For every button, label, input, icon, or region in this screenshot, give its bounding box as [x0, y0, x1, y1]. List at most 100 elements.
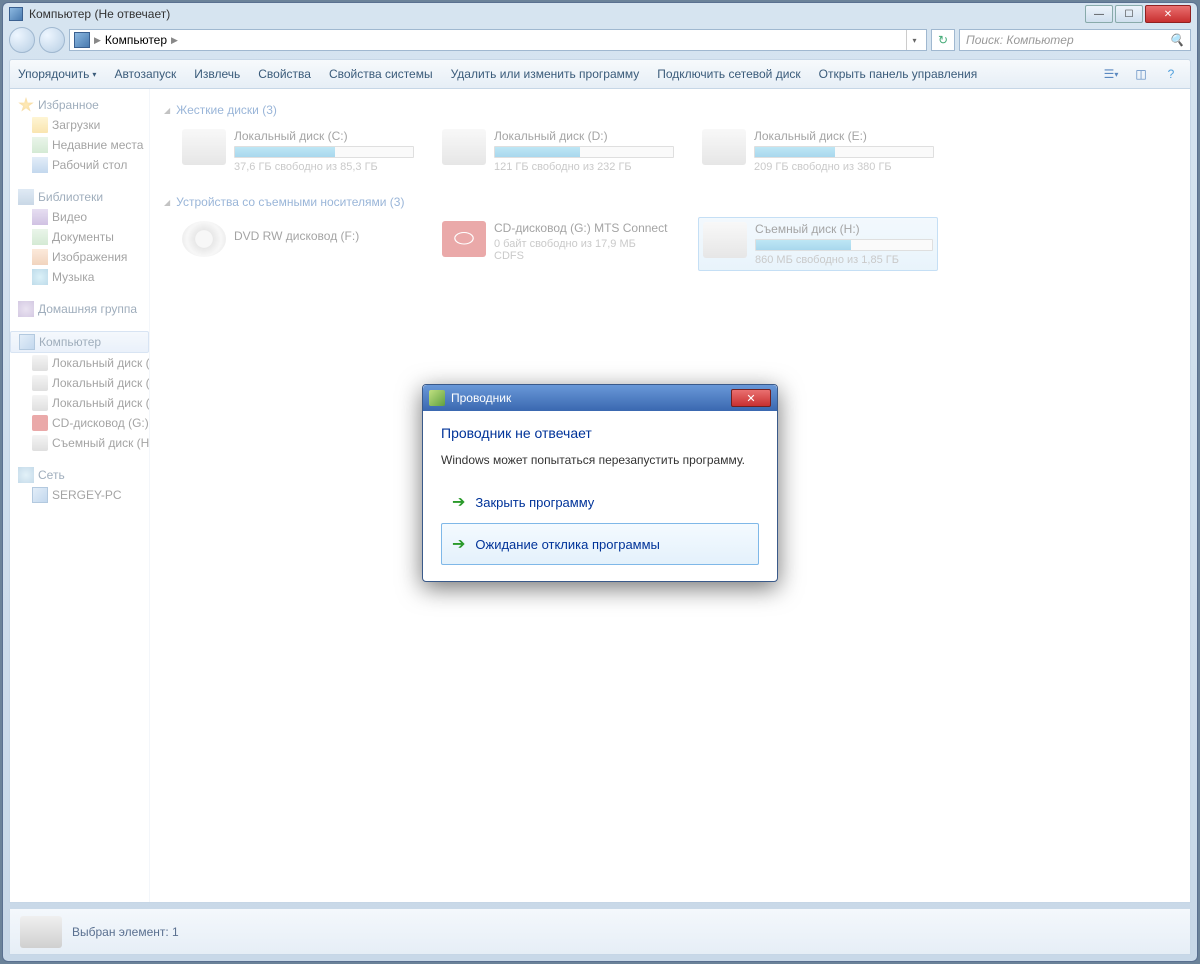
drive-sub: 121 ГБ свободно из 232 ГБ [494, 161, 674, 173]
sidebar-item-documents[interactable]: Документы [10, 227, 149, 247]
computer-icon [9, 7, 23, 21]
folder-icon [32, 117, 48, 133]
drive-g-cd[interactable]: ⬭ CD-дисковод (G:) MTS Connect 0 байт св… [438, 217, 678, 271]
maximize-button[interactable]: ☐ [1115, 5, 1143, 23]
status-text: Выбран элемент: 1 [72, 925, 179, 939]
back-button[interactable] [9, 27, 35, 53]
eject-button[interactable]: Извлечь [194, 67, 240, 81]
sidebar-item-desktop[interactable]: Рабочий стол [10, 155, 149, 175]
drive-e[interactable]: Локальный диск (E:) 209 ГБ свободно из 3… [698, 125, 938, 177]
dialog-titlebar[interactable]: Проводник ✕ [423, 385, 777, 411]
breadcrumb-sep-icon: ▶ [94, 35, 101, 46]
close-program-option[interactable]: ➔ Закрыть программу [441, 481, 759, 523]
drive-label: DVD RW дисковод (F:) [234, 229, 414, 243]
drive-f-dvd[interactable]: DVD RW дисковод (F:) [178, 217, 418, 271]
document-icon [32, 229, 48, 245]
homegroup-icon [18, 301, 34, 317]
uninstall-button[interactable]: Удалить или изменить программу [451, 67, 640, 81]
sidebar-item-sergey-pc[interactable]: SERGEY-PC [10, 485, 149, 505]
drive-label: Съемный диск (H:) [755, 222, 933, 236]
network-icon [18, 467, 34, 483]
drive-sub: 860 МБ свободно из 1,85 ГБ [755, 254, 933, 266]
computer-icon [19, 334, 35, 350]
drive-label: Локальный диск (E:) [754, 129, 934, 143]
cd-icon [32, 415, 48, 431]
network-header[interactable]: Сеть [10, 465, 149, 485]
video-icon [32, 209, 48, 225]
address-dropdown[interactable]: ▾ [906, 30, 922, 50]
wait-program-option[interactable]: ➔ Ожидание отклика программы [441, 523, 759, 565]
sidebar-item-drive-g[interactable]: CD-дисковод (G:) MTS [10, 413, 149, 433]
window-controls: — ☐ ✕ [1085, 5, 1191, 23]
view-options-button[interactable]: ☰▾ [1100, 63, 1122, 85]
drive-c[interactable]: Локальный диск (C:) 37,6 ГБ свободно из … [178, 125, 418, 177]
removable-icon [32, 435, 48, 451]
close-button[interactable]: ✕ [1145, 5, 1191, 23]
computer-icon [32, 487, 48, 503]
collapse-icon: ◢ [164, 106, 170, 115]
drive-icon [32, 355, 48, 371]
option-label: Ожидание отклика программы [475, 537, 659, 552]
control-panel-button[interactable]: Открыть панель управления [819, 67, 978, 81]
system-properties-button[interactable]: Свойства системы [329, 67, 433, 81]
drive-label: Локальный диск (D:) [494, 129, 674, 143]
help-button[interactable]: ? [1160, 63, 1182, 85]
properties-button[interactable]: Свойства [258, 67, 311, 81]
picture-icon [32, 249, 48, 265]
drive-d[interactable]: Локальный диск (D:) 121 ГБ свободно из 2… [438, 125, 678, 177]
arrow-right-icon: ➔ [452, 492, 465, 512]
hdd-icon [182, 129, 226, 165]
drive-sub: 209 ГБ свободно из 380 ГБ [754, 161, 934, 173]
search-placeholder: Поиск: Компьютер [966, 33, 1074, 47]
app-icon [429, 390, 445, 406]
dialog-close-button[interactable]: ✕ [731, 389, 771, 407]
sidebar-item-videos[interactable]: Видео [10, 207, 149, 227]
nav-bar: ▶ Компьютер ▶ ▾ ↻ Поиск: Компьютер 🔍 [9, 25, 1191, 55]
address-bar[interactable]: ▶ Компьютер ▶ ▾ [69, 29, 927, 51]
drive-sub: 0 байт свободно из 17,9 МБ [494, 238, 674, 250]
sidebar-item-drive-h[interactable]: Съемный диск (H:) [10, 433, 149, 453]
forward-button[interactable] [39, 27, 65, 53]
capacity-bar [234, 146, 414, 158]
hdd-group-header[interactable]: ◢Жесткие диски (3) [164, 99, 1176, 121]
removable-icon [703, 222, 747, 258]
preview-pane-button[interactable]: ◫ [1130, 63, 1152, 85]
search-input[interactable]: Поиск: Компьютер 🔍 [959, 29, 1191, 51]
capacity-bar [754, 146, 934, 158]
details-pane: Выбран элемент: 1 [9, 909, 1191, 955]
map-drive-button[interactable]: Подключить сетевой диск [657, 67, 800, 81]
library-icon [18, 189, 34, 205]
search-icon: 🔍 [1169, 33, 1184, 47]
libraries-header[interactable]: Библиотеки [10, 187, 149, 207]
nav-pane[interactable]: Избранное Загрузки Недавние места Рабочи… [10, 89, 150, 902]
drive-icon [32, 395, 48, 411]
collapse-icon: ◢ [164, 198, 170, 207]
titlebar[interactable]: Компьютер (Не отвечает) — ☐ ✕ [3, 3, 1197, 25]
window-title: Компьютер (Не отвечает) [29, 7, 170, 21]
removable-group-header[interactable]: ◢Устройства со съемными носителями (3) [164, 191, 1176, 213]
sidebar-item-drive-e[interactable]: Локальный диск (E:) [10, 393, 149, 413]
drive-sub: 37,6 ГБ свободно из 85,3 ГБ [234, 161, 414, 173]
removable-icon [20, 916, 62, 948]
computer-header[interactable]: Компьютер [10, 331, 149, 353]
favorites-header[interactable]: Избранное [10, 95, 149, 115]
sidebar-item-pictures[interactable]: Изображения [10, 247, 149, 267]
sidebar-item-drive-d[interactable]: Локальный диск (D:) [10, 373, 149, 393]
star-icon [18, 97, 34, 113]
sidebar-item-downloads[interactable]: Загрузки [10, 115, 149, 135]
minimize-button[interactable]: — [1085, 5, 1113, 23]
sidebar-item-recent[interactable]: Недавние места [10, 135, 149, 155]
sidebar-item-music[interactable]: Музыка [10, 267, 149, 287]
homegroup-header[interactable]: Домашняя группа [10, 299, 149, 319]
option-label: Закрыть программу [475, 495, 594, 510]
drive-h-removable[interactable]: Съемный диск (H:) 860 МБ свободно из 1,8… [698, 217, 938, 271]
breadcrumb-item[interactable]: Компьютер [105, 33, 167, 47]
refresh-button[interactable]: ↻ [931, 29, 955, 51]
sidebar-item-drive-c[interactable]: Локальный диск (C:) [10, 353, 149, 373]
organize-menu[interactable]: Упорядочить▾ [18, 67, 96, 81]
autoplay-button[interactable]: Автозапуск [114, 67, 176, 81]
drive-icon [32, 375, 48, 391]
dialog-message: Windows может попытаться перезапустить п… [441, 453, 759, 467]
drive-label: CD-дисковод (G:) MTS Connect [494, 221, 674, 235]
dvd-icon [182, 221, 226, 257]
